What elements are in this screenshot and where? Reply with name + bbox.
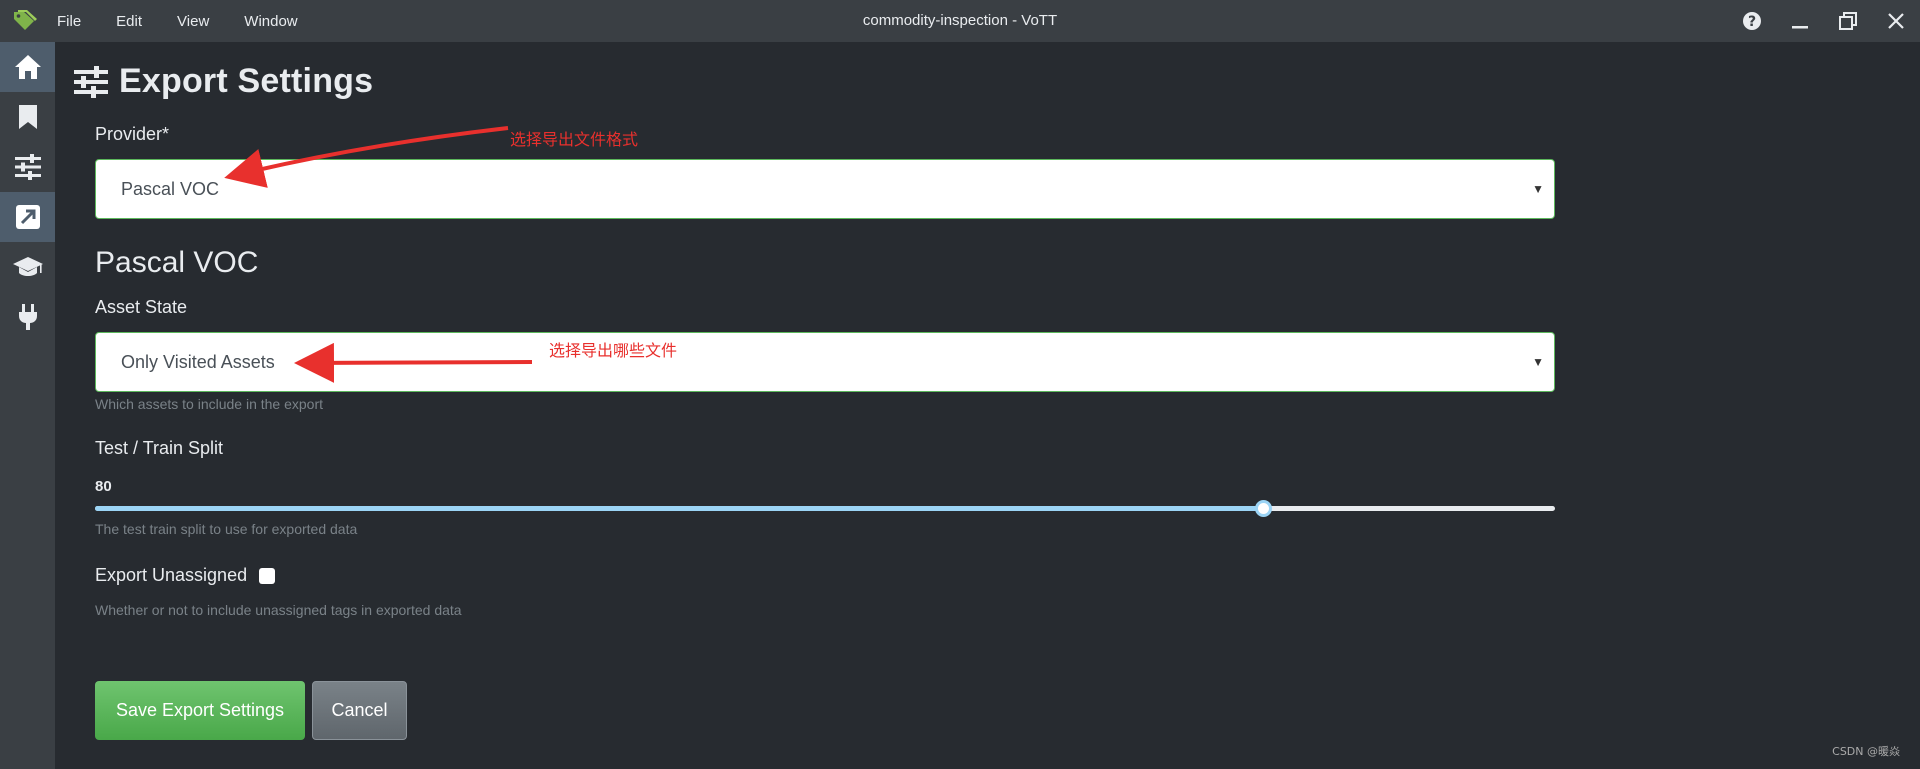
save-export-settings-button[interactable]: Save Export Settings bbox=[95, 681, 305, 740]
svg-text:?: ? bbox=[1748, 14, 1756, 30]
close-icon bbox=[1888, 13, 1904, 29]
minimize-button[interactable] bbox=[1776, 0, 1824, 42]
page-header: Export Settings bbox=[73, 62, 373, 101]
bookmark-icon bbox=[18, 105, 37, 129]
page-title: Export Settings bbox=[119, 62, 374, 100]
sidebar-item-tags[interactable] bbox=[0, 92, 55, 142]
sliders-icon bbox=[14, 154, 41, 180]
split-slider-handle[interactable] bbox=[1255, 500, 1272, 517]
close-button[interactable] bbox=[1872, 0, 1920, 42]
help-icon: ? bbox=[1743, 12, 1761, 30]
asset-state-select[interactable]: Only Visited Assets ▼ bbox=[95, 332, 1555, 392]
menu-view[interactable]: View bbox=[175, 9, 211, 34]
menu-file[interactable]: File bbox=[55, 9, 83, 34]
restore-button[interactable] bbox=[1824, 0, 1872, 42]
split-slider-fill bbox=[95, 506, 1263, 511]
asset-state-label: Asset State bbox=[95, 297, 188, 317]
restore-icon bbox=[1839, 12, 1857, 30]
menu-bar: File Edit View Window bbox=[55, 0, 331, 42]
section-title-pascal-voc: Pascal VOC bbox=[95, 246, 259, 279]
title-bar: File Edit View Window commodity-inspecti… bbox=[0, 0, 1920, 42]
split-slider[interactable] bbox=[95, 500, 1555, 517]
help-button[interactable]: ? bbox=[1728, 0, 1776, 42]
cancel-button[interactable]: Cancel bbox=[312, 681, 407, 740]
menu-edit[interactable]: Edit bbox=[114, 9, 144, 34]
menu-window[interactable]: Window bbox=[242, 9, 299, 34]
unassigned-label: Export Unassigned bbox=[95, 565, 248, 585]
plug-icon bbox=[18, 304, 37, 330]
provider-selected-value: Pascal VOC bbox=[121, 179, 220, 199]
graduation-cap-icon bbox=[12, 257, 43, 276]
unassigned-help: Whether or not to include unassigned tag… bbox=[95, 602, 462, 618]
export-icon bbox=[15, 205, 40, 229]
home-icon bbox=[14, 55, 41, 79]
watermark: CSDN @暖焱 bbox=[1832, 745, 1900, 758]
tag-logo-icon bbox=[14, 10, 37, 30]
sidebar-item-active-learning[interactable] bbox=[0, 242, 55, 292]
sidebar-item-settings[interactable] bbox=[0, 142, 55, 192]
caret-down-icon: ▼ bbox=[1532, 355, 1544, 369]
split-value: 80 bbox=[95, 478, 112, 495]
provider-label: Provider* bbox=[95, 124, 170, 144]
asset-annotation-note: 选择导出哪些文件 bbox=[549, 341, 678, 360]
sidebar-item-connections[interactable] bbox=[0, 292, 55, 342]
export-unassigned-checkbox[interactable] bbox=[259, 568, 275, 584]
asset-state-help: Which assets to include in the export bbox=[95, 396, 324, 412]
sidebar-item-home[interactable] bbox=[0, 42, 55, 92]
caret-down-icon: ▼ bbox=[1532, 182, 1544, 196]
split-label: Test / Train Split bbox=[95, 438, 224, 458]
sidebar bbox=[0, 42, 55, 769]
provider-select[interactable]: Pascal VOC ▼ bbox=[95, 159, 1555, 219]
sidebar-item-export[interactable] bbox=[0, 192, 55, 242]
minimize-icon bbox=[1792, 26, 1808, 29]
split-help: The test train split to use for exported… bbox=[95, 521, 358, 537]
main-content: Export Settings Provider* Pascal VOC ▼ P… bbox=[55, 42, 1920, 769]
asset-state-selected-value: Only Visited Assets bbox=[121, 352, 275, 372]
window-controls: ? bbox=[1728, 0, 1920, 42]
sliders-icon bbox=[74, 65, 108, 98]
provider-annotation-note: 选择导出文件格式 bbox=[510, 130, 639, 149]
